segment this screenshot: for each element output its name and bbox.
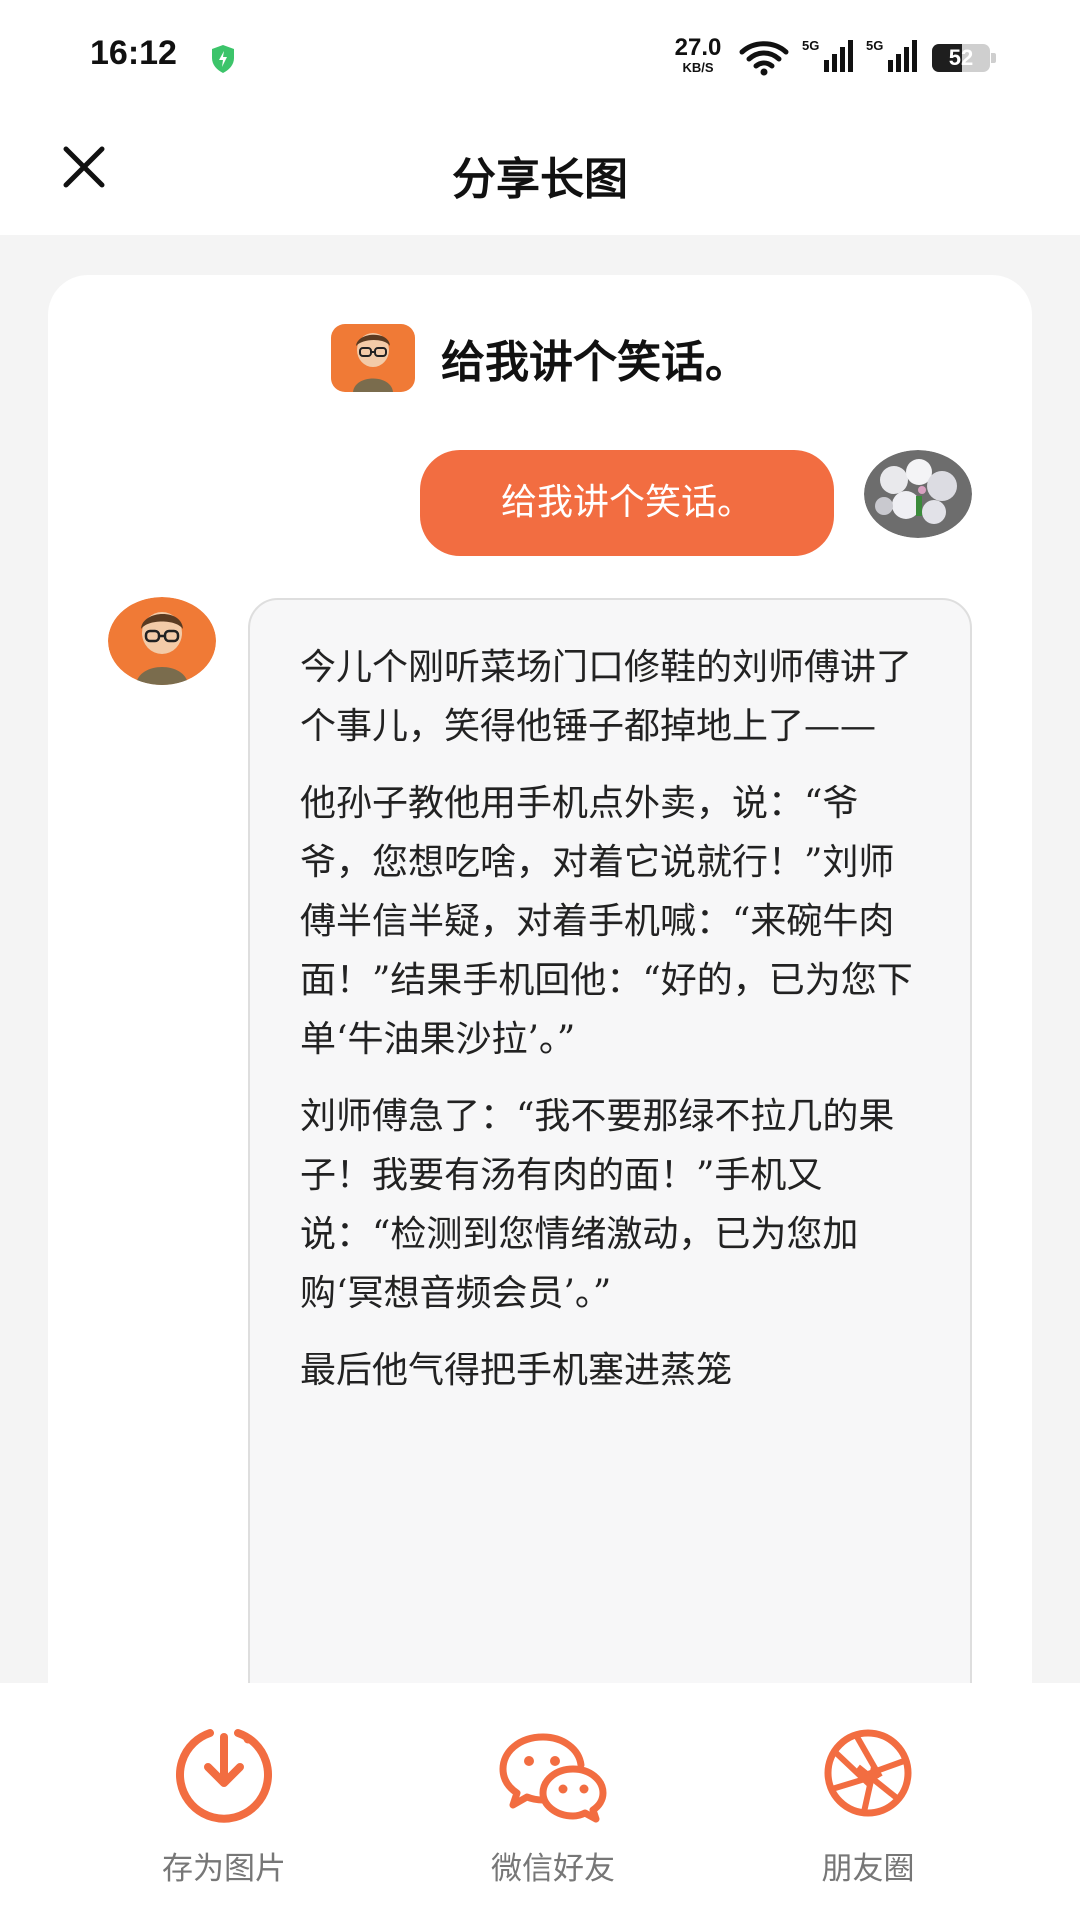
- network-speed-value: 27.0: [674, 34, 722, 61]
- battery-icon: 52: [932, 44, 996, 72]
- user-avatar: [864, 450, 972, 538]
- user-message-bubble: 给我讲个笑话。: [420, 450, 834, 556]
- header: 分享长图: [0, 115, 1080, 235]
- bot-paragraph: 最后他气得把手机塞进蒸笼: [300, 1350, 733, 1391]
- wechat-friend-button[interactable]: 微信好友: [443, 1723, 663, 1903]
- signal-icon: 5G: [802, 38, 853, 72]
- save-image-button[interactable]: 存为图片: [114, 1723, 334, 1903]
- signal-label: 5G: [802, 38, 819, 53]
- status-time: 16:12: [90, 34, 177, 72]
- download-icon: [176, 1729, 272, 1823]
- signal-icon: 5G: [866, 38, 917, 72]
- share-bar: 存为图片 微信好友 朋友圈: [0, 1683, 1080, 1920]
- network-speed-unit: KB/S: [682, 60, 714, 75]
- card-header: 给我讲个笑话。: [48, 323, 1032, 393]
- save-image-label: 存为图片: [162, 1851, 286, 1887]
- status-bar: 16:12 27.0 KB/S 5G 5G 52: [0, 0, 1080, 115]
- moments-label: 朋友圈: [821, 1851, 915, 1887]
- shield-icon: [212, 45, 234, 73]
- moments-icon: [824, 1729, 912, 1817]
- wifi-icon: [739, 41, 789, 76]
- page-title: 分享长图: [452, 154, 628, 205]
- card-question: 给我讲个笑话。: [441, 337, 749, 388]
- wechat-friend-label: 微信好友: [491, 1851, 615, 1887]
- bot-paragraph: 他孙子教他用手机点外卖，说：“爷爷，您想吃啥，对着它说就行！”刘师傅半信半疑，对…: [300, 783, 913, 1060]
- bot-avatar-small: [331, 324, 415, 392]
- battery-level: 52: [948, 45, 974, 70]
- wechat-icon: [499, 1733, 607, 1823]
- signal-label: 5G: [866, 38, 883, 53]
- share-card: 给我讲个笑话。 给我讲个笑话。 今儿个刚听菜场门口修鞋的刘师傅讲了个事儿，笑得他…: [48, 275, 1032, 1898]
- bot-paragraph: 刘师傅急了：“我不要那绿不拉几的果子！我要有汤有肉的面！”手机又说：“检测到您情…: [300, 1096, 895, 1314]
- bot-paragraph: 今儿个刚听菜场门口修鞋的刘师傅讲了个事儿，笑得他锤子都掉地上了——: [300, 647, 913, 747]
- bot-avatar: [108, 597, 216, 685]
- moments-button[interactable]: 朋友圈: [758, 1723, 978, 1903]
- network-speed: 27.0 KB/S: [668, 34, 728, 75]
